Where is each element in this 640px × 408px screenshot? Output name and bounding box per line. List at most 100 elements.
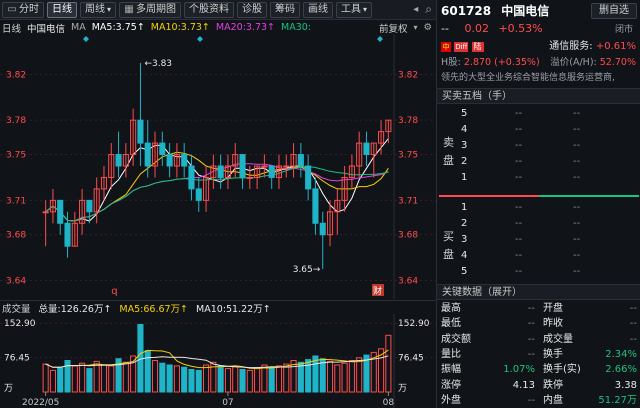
sell-level-p[interactable]: -- <box>515 155 522 169</box>
toolbar-button-label: 个股资料 <box>189 3 230 15</box>
sell-level-lvl: 1 <box>461 172 468 183</box>
volume-bar <box>217 365 224 393</box>
lu-badge: 陆 <box>471 42 484 52</box>
key-data-label: 换手 <box>543 348 563 360</box>
volume-bar <box>348 360 355 393</box>
ma-label[interactable]: MA <box>71 22 86 33</box>
key-data-label: 最低 <box>441 318 461 330</box>
company-description: 领先的大型全业务综合智能信息服务运营商, <box>441 73 615 83</box>
toolbar-button-6[interactable]: 筹码 <box>270 1 301 18</box>
toolbar-button-label: 多周期图 <box>136 3 177 15</box>
toolbar-button-2[interactable]: 周线 ▾ <box>80 1 117 18</box>
order-book-header[interactable]: 买卖五档（手） <box>437 88 640 104</box>
sell-level-p[interactable]: -- <box>515 139 522 153</box>
ma30-value: MA30: <box>281 22 311 33</box>
candle-body <box>297 154 304 167</box>
y-tick-left: 3.68 <box>6 231 26 241</box>
candle-body <box>261 165 268 168</box>
y-tick-left: 3.75 <box>6 151 26 161</box>
candlestick-chart[interactable]: 3.82 3.82 3.78 3.78 3.75 3.75 3.71 3.71 3.68 3.68… <box>0 34 436 299</box>
ma-legend-bar: 日线 中国电信 MA MA5:3.75↑ MA10:3.73↑ MA20:3.7… <box>0 20 436 35</box>
buy-level-v: -- <box>573 218 581 229</box>
volume-bar <box>356 357 363 393</box>
market-status: 闭市 <box>615 25 634 35</box>
toolbar-button-1[interactable]: 日线 <box>47 1 77 18</box>
volume-bar <box>49 369 56 393</box>
sell-level-p[interactable]: -- <box>515 171 522 185</box>
volume-bar <box>79 362 86 393</box>
buy-level-p[interactable]: -- <box>515 201 522 215</box>
stock-name: 中国电信 <box>501 4 550 18</box>
sell-label-1: 卖 <box>443 136 454 149</box>
buy-level-p[interactable]: -- <box>515 265 522 279</box>
volume-bar <box>166 364 173 393</box>
key-data-value: -- <box>527 394 535 406</box>
volume-bar <box>326 360 334 393</box>
flag-icon: 中 <box>441 42 451 52</box>
buy-level-lvl: 4 <box>461 250 468 261</box>
sell-level-lvl: 5 <box>461 108 468 119</box>
sell-level-lvl: 2 <box>461 156 468 167</box>
volume-bar <box>181 366 188 393</box>
y-tick-right: 3.82 <box>398 70 418 80</box>
sector-label[interactable]: 通信服务: <box>549 41 592 52</box>
toolbar-button-3[interactable]: ▦ 多周期图 <box>119 1 182 18</box>
toolbar-button-4[interactable]: 个股资料 <box>184 1 235 18</box>
sell-side-label: 卖 盘 <box>443 134 455 170</box>
volume-bar <box>319 358 326 393</box>
sell-level-p[interactable]: -- <box>515 107 522 121</box>
adjust-dropdown[interactable]: 前复权 <box>379 21 408 35</box>
candle-body <box>64 222 71 247</box>
sell-level-v: -- <box>573 108 581 119</box>
toolbar-button-label: 分时 <box>19 3 39 15</box>
candle-body <box>363 142 370 156</box>
toolbar-button-5[interactable]: 诊股 <box>237 1 268 18</box>
key-data-value: 2.34% <box>605 348 637 360</box>
vol-tick-left: 152.90 <box>4 319 36 329</box>
search-icon[interactable]: ⌕ <box>425 2 436 17</box>
candle-body <box>115 154 122 167</box>
toolbar-button-0[interactable]: ▭ 分时 <box>2 1 44 18</box>
key-data-label: 最高 <box>441 303 461 314</box>
chevron-down-icon: ▾ <box>107 4 112 14</box>
settings-icon[interactable]: ⚙ <box>423 22 436 33</box>
delete-watchlist-button[interactable]: 删自选 <box>591 3 637 19</box>
collapse-icon[interactable]: ◂ <box>409 4 422 15</box>
volume-bar <box>71 365 78 393</box>
volume-chart[interactable]: 152.90 152.90 76.45 76.45 万 万 2022/05 07 08 <box>0 314 436 408</box>
buy-level-p[interactable]: -- <box>515 217 522 231</box>
toolbar-button-8[interactable]: 工具 ▾ <box>336 1 373 18</box>
key-data-label: 换手(实) <box>543 364 581 376</box>
x-tick-label: 2022/05 <box>22 398 59 408</box>
key-data-value: 1.07% <box>503 364 535 376</box>
buy-level-p[interactable]: -- <box>515 249 522 263</box>
premium-label: 溢价(A/H): <box>550 57 597 68</box>
premium-value: 52.70% <box>599 57 636 68</box>
ma10-value: MA10:3.73↑ <box>150 22 210 33</box>
buy-level-v: -- <box>573 250 581 261</box>
buy-level-p[interactable]: -- <box>515 233 522 247</box>
candle-body <box>239 154 246 178</box>
y-tick-right: 3.71 <box>398 196 418 206</box>
toolbar-button-7[interactable]: 画线 <box>303 1 334 18</box>
order-book-title: 买卖五档（手） <box>442 91 512 102</box>
sell-level-p[interactable]: -- <box>515 123 522 137</box>
volume-bar <box>283 363 290 393</box>
high-annotation: ←3.83 <box>144 59 172 69</box>
order-book-divider-red <box>439 195 539 197</box>
key-data-label: 昨收 <box>543 318 563 330</box>
sell-level-v: -- <box>573 140 581 151</box>
y-tick-right: 3.75 <box>398 151 418 161</box>
key-data-label: 成交额 <box>441 333 471 345</box>
h-share-label: H股: <box>441 57 461 68</box>
key-data-value: -- <box>527 348 535 360</box>
toolbar-button-label: 诊股 <box>242 3 263 15</box>
vol-tick-left: 76.45 <box>4 354 30 364</box>
key-data-header[interactable]: 关键数据（展开） <box>437 284 640 300</box>
volume-bar <box>100 364 108 393</box>
key-data-value: 51.27万 <box>598 394 637 406</box>
chevron-down-icon[interactable]: ▾ <box>413 23 417 32</box>
volume-bar <box>232 366 239 393</box>
sector-value: +0.61% <box>595 41 636 52</box>
volume-bar <box>159 362 166 393</box>
